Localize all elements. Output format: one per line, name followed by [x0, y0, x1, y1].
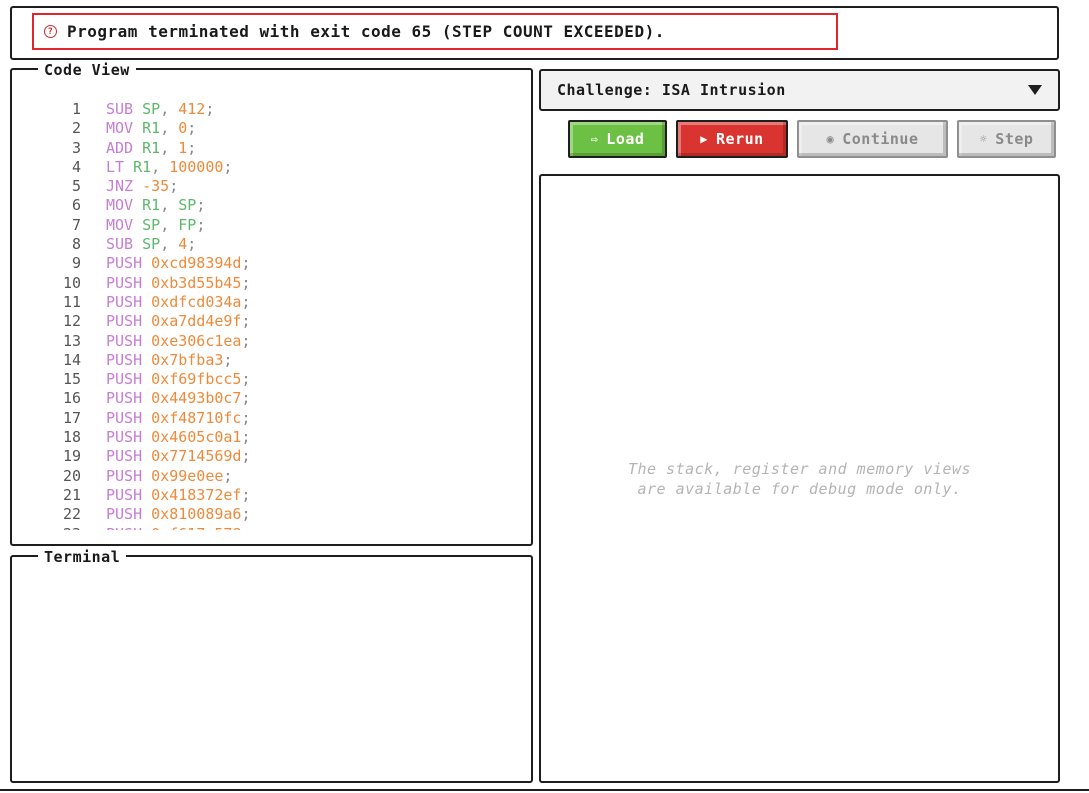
error-message-text: Program terminated with exit code 65 (ST…	[67, 22, 665, 41]
eye-icon: ◉	[826, 132, 835, 146]
code-line: 6 MOV R1, SP;	[12, 196, 525, 215]
rerun-button[interactable]: ▶ Rerun	[676, 120, 788, 158]
code-text: PUSH 0xdfcd034a;	[106, 292, 251, 311]
line-number: 14	[62, 350, 81, 369]
code-line: 5 JNZ -35;	[12, 177, 525, 196]
code-line: 13 PUSH 0xe306c1ea;	[12, 332, 525, 351]
continue-button-label: Continue	[842, 130, 919, 148]
code-line: 11 PUSH 0xdfcd034a;	[12, 293, 525, 312]
code-text: MOV R1, SP;	[106, 196, 206, 215]
line-number: 1	[71, 100, 81, 118]
code-line: 9 PUSH 0xcd98394d;	[12, 254, 525, 273]
line-number: 16	[62, 389, 81, 408]
debug-message-line-2: are available for debug mode only.	[637, 480, 962, 498]
code-text: PUSH 0x418372ef;	[106, 485, 251, 504]
code-text: JNZ -35;	[106, 177, 179, 196]
code-text: PUSH 0x4493b0c7;	[106, 389, 251, 408]
terminal-title: Terminal	[38, 548, 127, 566]
line-number: 8	[71, 235, 81, 254]
load-button[interactable]: ⇨ Load	[568, 120, 667, 158]
code-text: PUSH 0x7714569d;	[106, 447, 251, 466]
code-line: 8 SUB SP, 4;	[12, 235, 525, 254]
code-line: 21 PUSH 0x418372ef;	[12, 486, 525, 505]
caret-down-icon	[1028, 85, 1042, 95]
line-number: 23	[12, 525, 106, 530]
code-line: 15 PUSH 0xf69fbcc5;	[12, 370, 525, 389]
code-text: PUSH 0xcd98394d;	[106, 254, 251, 273]
load-button-label: Load	[606, 130, 645, 148]
line-number: 2	[71, 119, 81, 138]
code-line: 17 PUSH 0xf48710fc;	[12, 409, 525, 428]
bottom-divider	[0, 789, 1089, 791]
code-line: 12 PUSH 0xa7dd4e9f;	[12, 312, 525, 331]
line-number: 19	[62, 447, 81, 466]
line-number: 18	[62, 428, 81, 447]
code-text: PUSH 0x4605c0a1;	[106, 428, 251, 447]
challenge-select[interactable]: Challenge: ISA Intrusion	[539, 69, 1060, 111]
code-line: 7 MOV SP, FP;	[12, 216, 525, 235]
code-text: SUB SP, 4;	[106, 235, 197, 254]
line-number: 11	[62, 292, 81, 311]
code-line: 1 SUB SP, 412;	[12, 100, 525, 119]
code-text: PUSH 0x810089a6;	[106, 505, 251, 524]
terminal-output	[24, 581, 519, 769]
line-number: 21	[62, 485, 81, 504]
line-number: 7	[71, 215, 81, 234]
code-text: MOV SP, FP;	[106, 215, 206, 234]
code-text: PUSH 0xb3d55b45;	[106, 273, 251, 292]
line-number: 4	[71, 157, 81, 176]
step-button[interactable]: ☼ Step	[957, 120, 1056, 158]
terminal-panel: Terminal	[10, 548, 533, 783]
code-line: 16 PUSH 0x4493b0c7;	[12, 389, 525, 408]
code-line: 10 PUSH 0xb3d55b45;	[12, 274, 525, 293]
debug-message-line-1: The stack, register and memory views	[627, 460, 972, 478]
line-number: 17	[62, 408, 81, 427]
challenge-select-label: Challenge: ISA Intrusion	[557, 81, 786, 99]
code-line: 23PUSH 0xf617c578;	[12, 525, 525, 530]
line-number: 9	[71, 254, 81, 273]
code-view-title: Code View	[38, 61, 136, 79]
code-line: 20 PUSH 0x99e0ee;	[12, 467, 525, 486]
code-line: 22 PUSH 0x810089a6;	[12, 505, 525, 524]
code-line: 2 MOV R1, 0;	[12, 119, 525, 138]
code-text: PUSH 0x7bfba3;	[106, 350, 233, 369]
line-number: 13	[62, 331, 81, 350]
error-message: ? Program terminated with exit code 65 (…	[32, 13, 838, 50]
code-line: 14 PUSH 0x7bfba3;	[12, 351, 525, 370]
line-number: 6	[71, 196, 81, 215]
code-text: PUSH 0x99e0ee;	[106, 466, 233, 485]
code-text: PUSH 0xe306c1ea;	[106, 331, 251, 350]
code-text: PUSH 0xf48710fc;	[106, 408, 251, 427]
gear-icon: ☼	[979, 132, 988, 146]
line-number: 15	[62, 370, 81, 389]
line-number: 10	[62, 273, 81, 292]
code-text: MOV R1, 0;	[106, 119, 197, 138]
code-line: 19 PUSH 0x7714569d;	[12, 447, 525, 466]
play-icon: ▶	[700, 132, 709, 146]
line-number: 20	[62, 466, 81, 485]
line-number: 12	[62, 312, 81, 331]
code-line: 18 PUSH 0x4605c0a1;	[12, 428, 525, 447]
code-text: LT R1, 100000;	[106, 157, 233, 176]
code-line: 4 LT R1, 100000;	[12, 158, 525, 177]
code-text: PUSH 0xf69fbcc5;	[106, 370, 251, 389]
alert-circle-icon: ?	[44, 25, 57, 38]
continue-button[interactable]: ◉ Continue	[797, 120, 948, 158]
status-bar: ? Program terminated with exit code 65 (…	[10, 6, 1059, 60]
step-button-label: Step	[995, 130, 1034, 148]
code-text: PUSH 0xa7dd4e9f;	[106, 312, 251, 331]
code-text: SUB SP, 412;	[106, 100, 215, 118]
line-number: 3	[71, 138, 81, 157]
upload-icon: ⇨	[590, 132, 599, 146]
line-number: 22	[62, 505, 81, 524]
code-text: PUSH 0xf617c578;	[106, 525, 251, 530]
rerun-button-label: Rerun	[716, 130, 764, 148]
code-text: ADD R1, 1;	[106, 138, 197, 157]
code-view-panel: Code View 1 SUB SP, 412; 2 MOV R1, 0; 3 ADD R…	[10, 61, 533, 546]
code-listing[interactable]: 1 SUB SP, 412; 2 MOV R1, 0; 3 ADD R1, 1; 4 LT R…	[12, 100, 525, 530]
line-number: 5	[71, 177, 81, 196]
debug-placeholder-message: The stack, register and memory views are…	[541, 459, 1058, 499]
debug-panel: The stack, register and memory views are…	[539, 174, 1060, 783]
code-line: 3 ADD R1, 1;	[12, 139, 525, 158]
